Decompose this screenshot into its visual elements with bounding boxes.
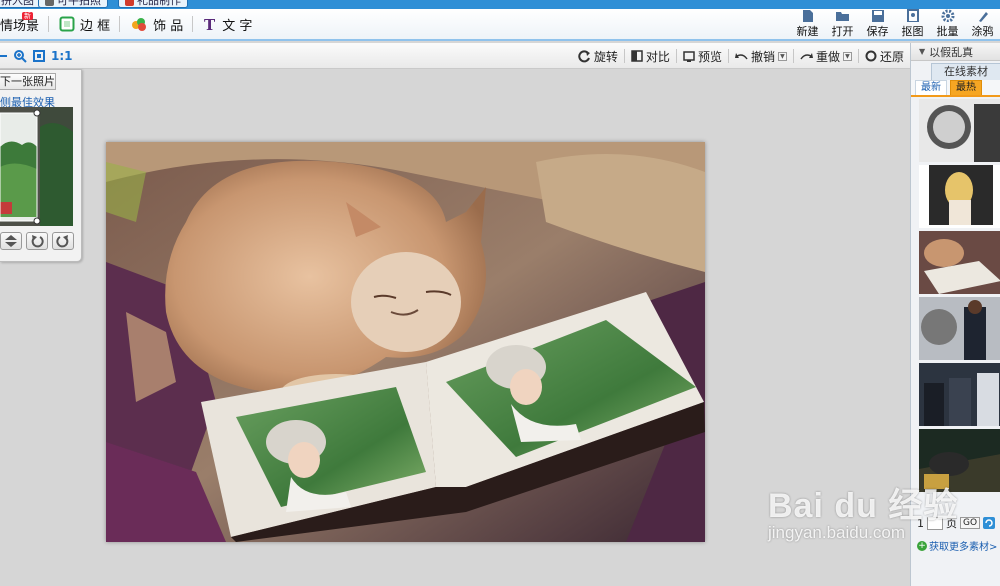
tab-label: 拼入图 bbox=[1, 0, 34, 7]
save-button[interactable]: 保存 bbox=[860, 9, 895, 41]
navigator-preview-image bbox=[0, 107, 73, 226]
restore-icon bbox=[865, 50, 877, 62]
rotate-right-icon bbox=[56, 235, 69, 248]
tab-label: 可牛拍照 bbox=[57, 0, 101, 7]
subtab-latest[interactable]: 最新 bbox=[915, 80, 947, 95]
material-thumbnail[interactable] bbox=[919, 231, 1000, 294]
subtab-hottest[interactable]: 最热 bbox=[950, 80, 982, 95]
brush-icon bbox=[978, 12, 988, 22]
tab-label: 礼品制作 bbox=[137, 0, 181, 7]
clover-icon bbox=[132, 18, 147, 31]
preview-icon bbox=[683, 51, 695, 62]
svg-text:T: T bbox=[204, 16, 216, 32]
menu-tab-frame[interactable]: 边 框 bbox=[49, 10, 121, 38]
redo-icon bbox=[800, 53, 813, 60]
file-actions: 新建 打开 保存 抠图 批量 涂鸦 bbox=[790, 9, 1000, 41]
cat-and-photo-album-image bbox=[106, 142, 705, 542]
edit-toolbar: 1:1 旋转 对比 预览 撤销 ▼ 重做 ▼ 还原 bbox=[0, 43, 910, 69]
folder-open-icon bbox=[835, 12, 849, 21]
collapse-arrow-icon: ▼ bbox=[919, 47, 926, 56]
tab-online-materials[interactable]: 在线素材 bbox=[931, 63, 1000, 80]
new-badge: 新 bbox=[22, 12, 33, 20]
text-icon: T bbox=[204, 16, 216, 32]
navigator-panel: 下一张照片 侧最佳效果 bbox=[0, 69, 82, 262]
compare-button[interactable]: 对比 bbox=[625, 46, 676, 66]
flip-button[interactable] bbox=[0, 232, 22, 250]
rotate-icon bbox=[578, 49, 590, 62]
navigator-thumbnail[interactable] bbox=[0, 107, 73, 226]
actual-size-button[interactable]: 1:1 bbox=[51, 49, 73, 63]
doodle-button[interactable]: 涂鸦 bbox=[965, 9, 1000, 41]
thumbnail-image bbox=[919, 99, 1000, 162]
menu-tab-text[interactable]: T 文 字 bbox=[193, 10, 262, 38]
navigator-controls bbox=[0, 232, 74, 250]
batch-button[interactable]: 批量 bbox=[930, 9, 965, 41]
redo-button[interactable]: 重做 ▼ bbox=[794, 46, 858, 66]
materials-panel-title: 以假乱真 bbox=[929, 45, 974, 59]
material-thumbnail[interactable] bbox=[919, 165, 1000, 228]
menu-tab-decoration[interactable]: 饰 品 bbox=[120, 10, 194, 38]
material-thumbnail[interactable] bbox=[919, 297, 1000, 360]
thumbnail-image bbox=[919, 165, 1000, 228]
rotate-button[interactable]: 旋转 bbox=[572, 46, 624, 66]
menu-tab-label: 饰 品 bbox=[153, 18, 184, 34]
tab-pinrutu[interactable]: 拼入图 bbox=[0, 0, 41, 8]
go-button[interactable]: GO bbox=[960, 517, 981, 529]
thumbnail-image bbox=[919, 363, 1000, 426]
watermark-brand: Bai du 经验 bbox=[768, 487, 959, 525]
camera-icon bbox=[45, 0, 54, 6]
material-thumbnail[interactable] bbox=[919, 363, 1000, 426]
undo-dropdown[interactable]: ▼ bbox=[777, 51, 787, 61]
undo-icon bbox=[734, 53, 748, 60]
save-icon bbox=[871, 10, 884, 22]
gear-icon bbox=[941, 9, 954, 22]
materials-subtabs: 最新 最热 bbox=[911, 80, 1000, 97]
zoom-controls: 1:1 bbox=[0, 49, 73, 63]
top-tab-strip: 拼入图 可牛拍照 礼品制作 bbox=[0, 0, 1000, 9]
menu-bar: 情场景 新 边 框 饰 品 T 文 字 新建 打开 保存 抠图 批量 涂鸦 bbox=[0, 9, 1000, 41]
tab-keniu-camera[interactable]: 可牛拍照 bbox=[38, 0, 108, 8]
baidu-watermark: Bai du 经验 jingyan.baidu.com bbox=[768, 478, 958, 543]
restore-button[interactable]: 还原 bbox=[859, 46, 910, 66]
material-thumbnail[interactable] bbox=[919, 99, 1000, 162]
fit-screen-icon[interactable] bbox=[32, 49, 46, 63]
main-canvas-photo[interactable] bbox=[106, 142, 705, 542]
new-button[interactable]: 新建 bbox=[790, 9, 825, 41]
materials-panel-header[interactable]: ▼ 以假乱真 bbox=[911, 43, 1000, 61]
refresh-icon[interactable] bbox=[983, 517, 996, 529]
redo-dropdown[interactable]: ▼ bbox=[842, 51, 852, 61]
rotate-left-icon bbox=[31, 235, 44, 248]
new-file-icon bbox=[802, 10, 813, 22]
menu-tab-label: 情场景 bbox=[0, 18, 40, 34]
undo-button[interactable]: 撤销 ▼ bbox=[729, 46, 793, 66]
open-button[interactable]: 打开 bbox=[825, 9, 860, 41]
rotate-left-button[interactable] bbox=[26, 232, 48, 250]
preview-button[interactable]: 预览 bbox=[677, 46, 728, 66]
menu-tab-label: 边 框 bbox=[80, 18, 111, 34]
next-photo-button[interactable]: 下一张照片 bbox=[0, 73, 56, 90]
cutout-button[interactable]: 抠图 bbox=[895, 9, 930, 41]
zoom-in-icon[interactable] bbox=[13, 49, 27, 63]
cutout-icon bbox=[906, 9, 919, 22]
gift-icon bbox=[125, 0, 134, 6]
menu-tab-scene[interactable]: 情场景 新 bbox=[0, 10, 50, 38]
frame-icon bbox=[59, 16, 75, 32]
compare-icon bbox=[631, 50, 643, 62]
toolbar-actions: 旋转 对比 预览 撤销 ▼ 重做 ▼ 还原 bbox=[572, 43, 910, 69]
zoom-out-icon[interactable] bbox=[0, 49, 8, 63]
tab-gift-making[interactable]: 礼品制作 bbox=[118, 0, 188, 8]
material-thumbnail-list bbox=[911, 97, 1000, 492]
thumbnail-image bbox=[919, 231, 1000, 294]
thumbnail-image bbox=[919, 297, 1000, 360]
menu-tab-label: 文 字 bbox=[222, 18, 253, 34]
flip-vertical-icon bbox=[5, 235, 17, 247]
rotate-right-button[interactable] bbox=[52, 232, 74, 250]
